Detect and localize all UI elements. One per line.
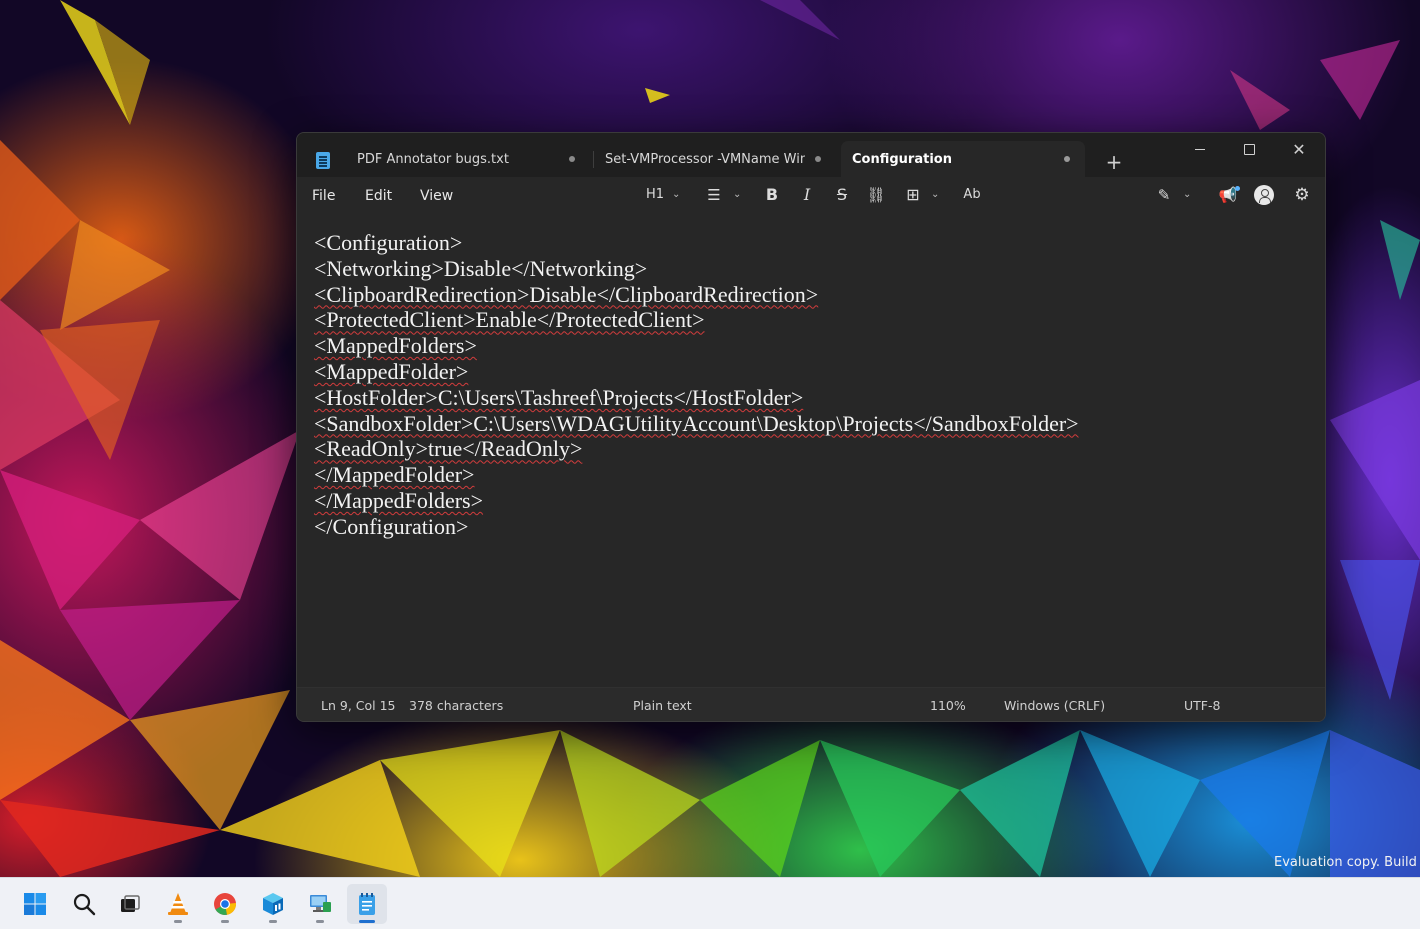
taskbar-cube-app[interactable] bbox=[253, 884, 293, 924]
line-4-text: <ProtectedClient>Enable</ProtectedClient… bbox=[314, 307, 705, 333]
new-tab-button[interactable]: + bbox=[1101, 149, 1127, 175]
copilot-rewrite-icon[interactable]: ✎ bbox=[1154, 183, 1174, 207]
notepad-icon bbox=[359, 893, 375, 915]
notification-dot bbox=[1235, 186, 1240, 191]
close-button[interactable]: ✕ bbox=[1275, 133, 1323, 167]
menu-edit[interactable]: Edit bbox=[365, 185, 392, 207]
editor-line: <ProtectedClient>Enable</ProtectedClient… bbox=[314, 307, 1325, 333]
table-icon[interactable]: ⊞ bbox=[903, 183, 923, 207]
unsaved-dot-icon bbox=[815, 156, 821, 162]
taskbar-remote-desktop[interactable] bbox=[300, 884, 340, 924]
settings-gear-icon[interactable]: ⚙ bbox=[1291, 183, 1313, 207]
encoding[interactable]: UTF-8 bbox=[1184, 698, 1220, 716]
tab-set-vmprocessor[interactable]: Set-VMProcessor -VMName Windows bbox=[595, 141, 835, 177]
line-6-text: <MappedFolder> bbox=[314, 358, 469, 384]
start-button[interactable] bbox=[15, 884, 55, 924]
editor-line: <ClipboardRedirection>Disable</Clipboard… bbox=[314, 282, 1325, 308]
editor-line: </MappedFolder> bbox=[314, 462, 1325, 488]
italic-button[interactable]: I bbox=[798, 183, 816, 207]
editor-line: <MappedFolder> bbox=[314, 359, 1325, 385]
maximize-button[interactable] bbox=[1225, 133, 1273, 167]
heading-button[interactable]: H1 bbox=[643, 183, 667, 207]
running-indicator bbox=[359, 920, 375, 923]
character-count: 378 characters bbox=[409, 698, 504, 713]
tab-label: Set-VMProcessor -VMName Windows bbox=[605, 151, 805, 167]
chevron-down-icon[interactable]: ⌄ bbox=[931, 183, 939, 207]
zoom-level[interactable]: 110% bbox=[930, 698, 966, 716]
cube-app-icon bbox=[263, 893, 283, 915]
line-10-text: </MappedFolder> bbox=[314, 462, 475, 488]
chevron-down-icon[interactable]: ⌄ bbox=[1183, 183, 1191, 207]
text-editor[interactable]: <Configuration> <Networking>Disable</Net… bbox=[297, 213, 1325, 687]
title-bar[interactable]: PDF Annotator bugs.txt Set-VMProcessor -… bbox=[297, 133, 1325, 177]
editor-line: <SandboxFolder>C:\Users\WDAGUtilityAccou… bbox=[314, 411, 1325, 437]
notepad-window: PDF Annotator bugs.txt Set-VMProcessor -… bbox=[296, 132, 1326, 722]
taskbar-notepad[interactable] bbox=[347, 884, 387, 924]
tab-pdf-annotator-bugs[interactable]: PDF Annotator bugs.txt bbox=[347, 141, 591, 177]
line-1-text: <Configuration> bbox=[314, 230, 463, 255]
link-icon[interactable]: ⛓ bbox=[865, 183, 887, 207]
remote-desktop-icon bbox=[310, 895, 331, 912]
line-7-text: <HostFolder>C:\Users\Tashreef\Projects</… bbox=[314, 384, 804, 410]
editor-line: <ReadOnly>true</ReadOnly> bbox=[314, 436, 1325, 462]
line-3-text: <ClipboardRedirection>Disable</Clipboard… bbox=[314, 281, 819, 307]
spellcheck-icon[interactable]: Ab bbox=[961, 183, 983, 207]
taskbar bbox=[0, 877, 1420, 929]
cursor-position: Ln 9, Col 15 bbox=[321, 698, 396, 713]
format-indicator[interactable]: Plain text bbox=[633, 698, 692, 716]
unsaved-dot-icon bbox=[569, 156, 575, 162]
line-2-text: <Networking>Disable</Networking> bbox=[314, 255, 648, 281]
editor-line: </Configuration> bbox=[314, 514, 1325, 540]
line-12-text: </Configuration> bbox=[314, 513, 469, 539]
chevron-down-icon[interactable]: ⌄ bbox=[733, 183, 741, 207]
running-indicator bbox=[174, 920, 182, 923]
editor-line: <MappedFolders> bbox=[314, 333, 1325, 359]
line-11-text: </MappedFolders> bbox=[314, 487, 484, 513]
strikethrough-button[interactable]: S bbox=[833, 183, 851, 207]
bold-button[interactable]: B bbox=[763, 183, 781, 207]
windows-start-icon bbox=[24, 893, 46, 915]
tab-label: PDF Annotator bugs.txt bbox=[357, 151, 509, 167]
line-9-text: <ReadOnly>true</ReadOnly> bbox=[314, 436, 583, 462]
unsaved-dot-icon bbox=[1064, 156, 1070, 162]
tab-label: Configuration bbox=[852, 151, 952, 167]
line-8-text: <SandboxFolder>C:\Users\WDAGUtilityAccou… bbox=[314, 410, 1079, 436]
chevron-down-icon[interactable]: ⌄ bbox=[672, 183, 680, 207]
evaluation-watermark: Evaluation copy. Build 26 bbox=[1274, 855, 1420, 870]
running-indicator bbox=[316, 920, 324, 923]
tab-divider bbox=[593, 151, 594, 168]
editor-line: <Networking>Disable</Networking> bbox=[314, 256, 1325, 282]
minimize-button[interactable] bbox=[1176, 133, 1224, 167]
menu-file[interactable]: File bbox=[312, 185, 335, 207]
list-icon[interactable]: ☰ bbox=[704, 183, 724, 207]
taskbar-chrome[interactable] bbox=[205, 884, 245, 924]
menu-view[interactable]: View bbox=[420, 185, 453, 207]
vlc-icon bbox=[168, 893, 188, 915]
editor-line: </MappedFolders> bbox=[314, 488, 1325, 514]
editor-line: <Configuration> bbox=[314, 230, 1325, 256]
task-view-icon bbox=[121, 895, 140, 912]
search-button[interactable] bbox=[64, 884, 104, 924]
line-5-text: <MappedFolders> bbox=[314, 333, 477, 359]
account-avatar-icon[interactable] bbox=[1254, 185, 1274, 205]
search-icon bbox=[73, 893, 96, 916]
line-ending[interactable]: Windows (CRLF) bbox=[1004, 698, 1105, 716]
taskbar-vlc[interactable] bbox=[158, 884, 198, 924]
task-view-button[interactable] bbox=[110, 884, 150, 924]
status-bar: Ln 9, Col 15 378 characters Plain text 1… bbox=[297, 687, 1325, 721]
running-indicator bbox=[269, 920, 277, 923]
running-indicator bbox=[221, 920, 229, 923]
editor-line: <HostFolder>C:\Users\Tashreef\Projects</… bbox=[314, 385, 1325, 411]
menu-toolbar: File Edit View H1 ⌄ ☰ ⌄ B I S ⛓ ⊞ ⌄ Ab ✎… bbox=[297, 177, 1325, 213]
notepad-app-icon bbox=[316, 152, 330, 169]
chrome-icon bbox=[214, 893, 237, 915]
tab-configuration[interactable]: Configuration bbox=[841, 141, 1085, 177]
